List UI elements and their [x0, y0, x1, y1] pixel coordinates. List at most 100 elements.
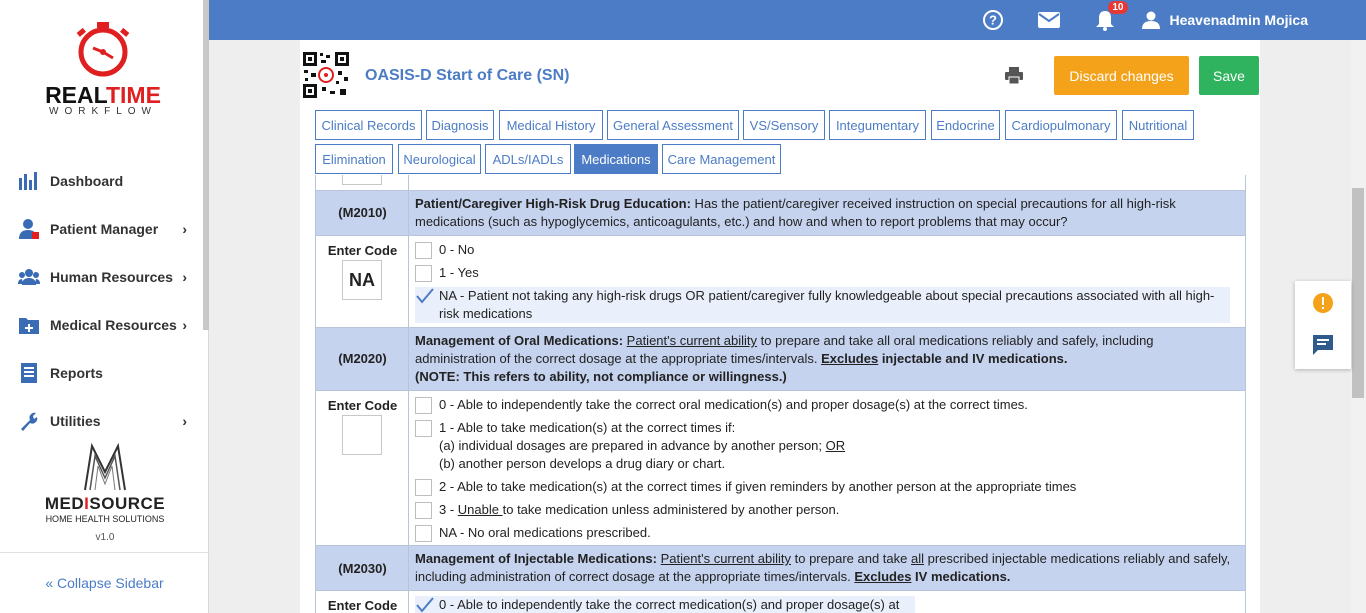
m2010-answer-section: Enter Code NA 0 - No 1 - Yes NA - Patien… — [315, 235, 1246, 328]
checkbox[interactable] — [415, 242, 432, 259]
tab-adls-iadls[interactable]: ADLs/IADLs — [485, 144, 571, 174]
sidebar-item-dashboard[interactable]: Dashboard — [0, 157, 203, 205]
medisource-emblem-icon — [84, 442, 126, 491]
option-1[interactable]: 1 - Yes — [415, 264, 1230, 282]
sidebar-item-medical-resources[interactable]: Medical Resources › — [0, 301, 203, 349]
chevron-right-icon: › — [182, 317, 187, 333]
username[interactable]: Heavenadmin Mojica — [1170, 12, 1309, 28]
tab-vs-sensory[interactable]: VS/Sensory — [743, 110, 825, 140]
version-label: v1.0 — [95, 532, 115, 543]
m2030-question-header: (M2030) Management of Injectable Medicat… — [315, 545, 1246, 591]
checkbox[interactable] — [415, 502, 432, 519]
floating-actions — [1295, 281, 1351, 369]
enter-code-label: Enter Code — [327, 598, 398, 613]
code-box-stub — [342, 175, 382, 185]
medisource-subtitle: HOME HEALTH SOLUTIONS — [45, 514, 165, 524]
alert-icon[interactable] — [1312, 292, 1334, 314]
bell-icon[interactable]: 10 — [1094, 1, 1128, 31]
form-content: (M2010) Patient/Caregiver High-Risk Drug… — [315, 175, 1246, 613]
question-code: (M2010) — [338, 205, 387, 220]
form-panel: OASIS-D Start of Care (SN) Discard chang… — [300, 40, 1260, 613]
checkbox[interactable] — [415, 525, 432, 542]
question-code: (M2020) — [338, 351, 387, 366]
tab-care-management[interactable]: Care Management — [662, 144, 781, 174]
discard-changes-button[interactable]: Discard changes — [1054, 56, 1189, 95]
sidebar-item-label: Human Resources — [50, 269, 173, 285]
svg-text:?: ? — [989, 13, 997, 28]
tab-endocrine[interactable]: Endocrine — [931, 110, 1000, 140]
account-icon[interactable] — [1140, 9, 1162, 31]
bar-chart-icon — [18, 170, 40, 192]
tab-neurological[interactable]: Neurological — [398, 144, 481, 174]
question-text: Management of Injectable Medications: Pa… — [415, 551, 1231, 584]
medical-folder-icon — [18, 314, 40, 336]
users-icon — [18, 266, 40, 288]
tab-diagnosis[interactable]: Diagnosis — [426, 110, 494, 140]
sidebar-item-label: Patient Manager — [50, 221, 159, 237]
help-icon[interactable]: ? — [982, 9, 1004, 31]
logo-main-text: REALTIME — [45, 82, 161, 108]
option-2[interactable]: 2 - Able to take medication(s) at the co… — [415, 478, 1230, 496]
m2020-answer-section: Enter Code 0 - Able to independently tak… — [315, 390, 1246, 546]
checkmark-icon[interactable] — [415, 596, 435, 613]
option-1[interactable]: 1 - Able to take medication(s) at the co… — [415, 419, 1230, 473]
sidebar-item-label: Utilities — [50, 413, 101, 429]
checkbox[interactable] — [415, 420, 432, 437]
chevron-right-icon: › — [182, 221, 187, 237]
option-3[interactable]: 3 - Unable to take medication unless adm… — [415, 501, 1230, 519]
option-na[interactable]: NA - No oral medications prescribed. — [415, 524, 1230, 542]
question-text: Management of Oral Medications: Patient'… — [415, 333, 1154, 384]
tab-medical-history[interactable]: Medical History — [499, 110, 603, 140]
document-icon — [18, 362, 40, 384]
sidebar-item-label: Medical Resources — [50, 317, 177, 333]
print-icon[interactable] — [1004, 66, 1024, 86]
checkmark-icon[interactable] — [415, 287, 435, 305]
mail-icon[interactable] — [1037, 9, 1060, 31]
medisource-name: MEDISOURCE — [44, 494, 166, 513]
chat-icon[interactable] — [1312, 334, 1334, 356]
option-0[interactable]: 0 - No — [415, 241, 1230, 259]
tab-general-assessment[interactable]: General Assessment — [607, 110, 739, 140]
checkbox[interactable] — [415, 265, 432, 282]
checkbox[interactable] — [415, 479, 432, 496]
tab-cardiopulmonary[interactable]: Cardiopulmonary — [1005, 110, 1117, 140]
notification-badge: 10 — [1108, 1, 1128, 14]
m2030-answer-section: Enter Code 0 - Able to independently tak… — [315, 590, 1246, 613]
sidebar-scrollbar[interactable] — [203, 0, 209, 330]
sidebar-item-reports[interactable]: Reports — [0, 349, 203, 397]
sidebar-item-utilities[interactable]: Utilities › — [0, 397, 203, 445]
tab-elimination[interactable]: Elimination — [315, 144, 393, 174]
option-na[interactable]: NA - Patient not taking any high-risk dr… — [415, 287, 1230, 323]
logo-sub-text: WORKFLOW — [49, 106, 157, 117]
sidebar-item-human-resources[interactable]: Human Resources › — [0, 253, 203, 301]
option-0[interactable]: 0 - Able to independently take the corre… — [415, 396, 1230, 414]
tab-medications[interactable]: Medications — [574, 144, 658, 174]
tab-clinical-records[interactable]: Clinical Records — [315, 110, 422, 140]
chevron-right-icon: › — [182, 269, 187, 285]
tab-integumentary[interactable]: Integumentary — [829, 110, 926, 140]
enter-code-label: Enter Code — [327, 243, 398, 258]
chevron-right-icon: › — [182, 413, 187, 429]
code-input[interactable]: NA — [342, 260, 382, 300]
m2010-question-header: (M2010) Patient/Caregiver High-Risk Drug… — [315, 190, 1246, 236]
qr-code-icon — [302, 51, 350, 99]
realtime-logo[interactable]: REALTIME WORKFLOW — [28, 20, 178, 120]
top-bar-actions: ? 10 Heavenadmin Mojica — [948, 0, 1309, 40]
wrench-icon — [18, 410, 40, 432]
sidebar-item-patient-manager[interactable]: Patient Manager › — [0, 205, 203, 253]
code-input[interactable] — [342, 415, 382, 455]
tab-nutritional[interactable]: Nutritional — [1122, 110, 1194, 140]
m2020-question-header: (M2020) Management of Oral Medications: … — [315, 327, 1246, 391]
sidebar-item-label: Dashboard — [50, 173, 124, 189]
save-button[interactable]: Save — [1199, 56, 1259, 95]
option-0[interactable]: 0 - Able to independently take the corre… — [415, 596, 915, 613]
checkbox[interactable] — [415, 397, 432, 414]
sidebar-item-label: Reports — [50, 365, 103, 381]
question-text: Patient/Caregiver High-Risk Drug Educati… — [415, 196, 1176, 229]
collapse-sidebar-link[interactable]: « Collapse Sidebar — [0, 552, 209, 613]
enter-code-label: Enter Code — [327, 398, 398, 413]
page-scrollbar-thumb[interactable] — [1352, 188, 1364, 398]
user-icon — [18, 218, 40, 240]
form-title: OASIS-D Start of Care (SN) — [365, 67, 570, 84]
top-bar: ? 10 Heavenadmin Mojica — [209, 0, 1366, 40]
